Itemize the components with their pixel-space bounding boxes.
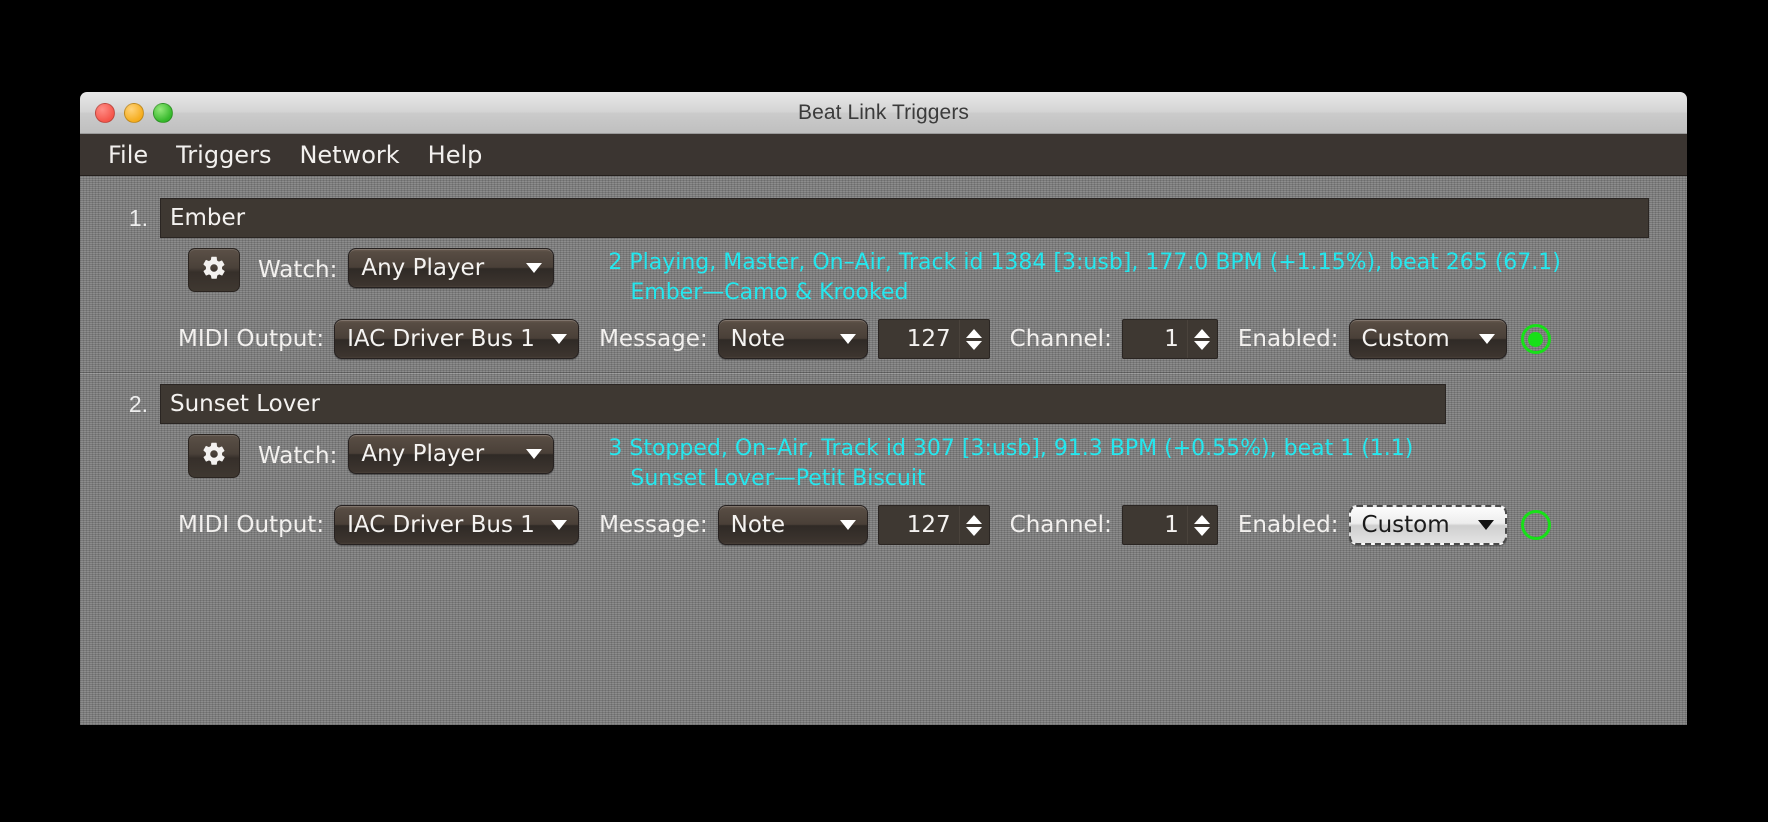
arrow-up-icon[interactable] bbox=[966, 514, 983, 524]
watch-select[interactable]: Any Player bbox=[348, 248, 555, 288]
watch-select-value: Any Player bbox=[361, 441, 485, 467]
chevron-down-icon bbox=[551, 520, 568, 530]
chevron-down-icon bbox=[1477, 520, 1494, 530]
channel-spinner-value: 1 bbox=[1164, 512, 1179, 538]
trigger-index: 2. bbox=[128, 390, 148, 417]
midi-output-select[interactable]: IAC Driver Bus 1 bbox=[334, 505, 580, 545]
enabled-label: Enabled: bbox=[1237, 326, 1339, 352]
midi-output-select-value: IAC Driver Bus 1 bbox=[347, 326, 535, 352]
enabled-select[interactable]: Custom bbox=[1348, 505, 1507, 545]
menu-item-triggers[interactable]: Triggers bbox=[162, 143, 285, 167]
gear-icon bbox=[201, 255, 227, 285]
channel-spinner-arrows[interactable] bbox=[1186, 506, 1217, 544]
note-spinner[interactable]: 127 bbox=[877, 319, 990, 359]
chevron-down-icon bbox=[1478, 334, 1495, 344]
watch-label: Watch: bbox=[258, 443, 338, 469]
menu-item-file[interactable]: File bbox=[94, 143, 162, 167]
note-spinner-value: 127 bbox=[906, 512, 951, 538]
watch-select[interactable]: Any Player bbox=[348, 434, 555, 474]
arrow-up-icon[interactable] bbox=[1194, 514, 1211, 524]
indicator-core bbox=[1528, 331, 1544, 347]
trigger-status-line-2: Ember—Camo & Krooked bbox=[630, 280, 909, 305]
application-window: Beat Link Triggers File Triggers Network… bbox=[80, 92, 1687, 725]
trigger-row: 2. Sunset Lover Watch: Any Player 3 Stop… bbox=[80, 372, 1687, 559]
trigger-midi-row: MIDI Output: IAC Driver Bus 1 Message: N… bbox=[80, 319, 1687, 359]
arrow-down-icon[interactable] bbox=[966, 340, 983, 350]
chevron-down-icon bbox=[839, 520, 856, 530]
menu-bar: File Triggers Network Help bbox=[80, 134, 1687, 176]
chevron-down-icon bbox=[526, 263, 543, 273]
arrow-down-icon[interactable] bbox=[966, 526, 983, 536]
note-spinner-arrows[interactable] bbox=[958, 506, 989, 544]
arrow-up-icon[interactable] bbox=[966, 328, 983, 338]
trigger-status: 2 Playing, Master, On–Air, Track id 1384… bbox=[608, 248, 1561, 308]
trigger-watch-row: Watch: Any Player 3 Stopped, On–Air, Tra… bbox=[80, 434, 1687, 494]
trigger-index: 1. bbox=[128, 204, 148, 231]
midi-output-label: MIDI Output: bbox=[178, 326, 325, 352]
trigger-status-line-1: 3 Stopped, On–Air, Track id 307 [3:usb],… bbox=[608, 436, 1414, 461]
channel-spinner-value: 1 bbox=[1164, 326, 1179, 352]
arrow-down-icon[interactable] bbox=[1194, 526, 1211, 536]
trigger-name-input[interactable]: Sunset Lover bbox=[160, 384, 1446, 424]
message-select-value: Note bbox=[730, 512, 786, 538]
message-select[interactable]: Note bbox=[717, 505, 868, 545]
channel-spinner[interactable]: 1 bbox=[1121, 505, 1218, 545]
menu-item-help[interactable]: Help bbox=[414, 143, 497, 167]
enabled-select-value: Custom bbox=[1361, 512, 1450, 538]
chevron-down-icon bbox=[839, 334, 856, 344]
trigger-name-row: 2. Sunset Lover bbox=[80, 384, 1687, 424]
trigger-midi-row: MIDI Output: IAC Driver Bus 1 Message: N… bbox=[80, 505, 1687, 545]
enabled-select[interactable]: Custom bbox=[1348, 319, 1507, 359]
note-spinner-value: 127 bbox=[906, 326, 951, 352]
trigger-status-indicator bbox=[1520, 324, 1551, 354]
channel-label: Channel: bbox=[1009, 512, 1112, 538]
message-select-value: Note bbox=[730, 326, 786, 352]
note-spinner-arrows[interactable] bbox=[958, 320, 989, 358]
chevron-down-icon bbox=[526, 449, 543, 459]
message-select[interactable]: Note bbox=[717, 319, 868, 359]
trigger-status-indicator bbox=[1520, 510, 1551, 540]
message-label: Message: bbox=[599, 326, 708, 352]
watch-label: Watch: bbox=[258, 257, 338, 283]
chevron-down-icon bbox=[551, 334, 568, 344]
trigger-settings-button[interactable] bbox=[188, 248, 240, 292]
watch-select-value: Any Player bbox=[361, 255, 485, 281]
arrow-up-icon[interactable] bbox=[1194, 328, 1211, 338]
arrow-down-icon[interactable] bbox=[1194, 340, 1211, 350]
midi-output-select[interactable]: IAC Driver Bus 1 bbox=[334, 319, 580, 359]
trigger-watch-row: Watch: Any Player 2 Playing, Master, On–… bbox=[80, 248, 1687, 308]
gear-icon bbox=[201, 441, 227, 471]
trigger-name-row: 1. Ember bbox=[80, 198, 1687, 238]
midi-output-label: MIDI Output: bbox=[178, 512, 325, 538]
trigger-status-line-1: 2 Playing, Master, On–Air, Track id 1384… bbox=[608, 250, 1561, 275]
enabled-select-value: Custom bbox=[1361, 326, 1450, 352]
midi-output-select-value: IAC Driver Bus 1 bbox=[347, 512, 535, 538]
channel-spinner[interactable]: 1 bbox=[1121, 319, 1218, 359]
trigger-row: 1. Ember Watch: Any Player 2 Playing, Ma… bbox=[80, 188, 1687, 373]
trigger-list: 1. Ember Watch: Any Player 2 Playing, Ma… bbox=[80, 176, 1687, 725]
message-label: Message: bbox=[599, 512, 708, 538]
enabled-label: Enabled: bbox=[1237, 512, 1339, 538]
menu-item-network[interactable]: Network bbox=[285, 143, 413, 167]
trigger-status: 3 Stopped, On–Air, Track id 307 [3:usb],… bbox=[608, 434, 1413, 494]
trigger-status-line-2: Sunset Lover—Petit Biscuit bbox=[630, 466, 926, 491]
title-bar: Beat Link Triggers bbox=[80, 92, 1687, 134]
trigger-name-input[interactable]: Ember bbox=[160, 198, 1649, 238]
note-spinner[interactable]: 127 bbox=[877, 505, 990, 545]
trigger-settings-button[interactable] bbox=[188, 434, 240, 478]
channel-label: Channel: bbox=[1009, 326, 1112, 352]
window-title: Beat Link Triggers bbox=[797, 100, 970, 124]
channel-spinner-arrows[interactable] bbox=[1186, 320, 1217, 358]
